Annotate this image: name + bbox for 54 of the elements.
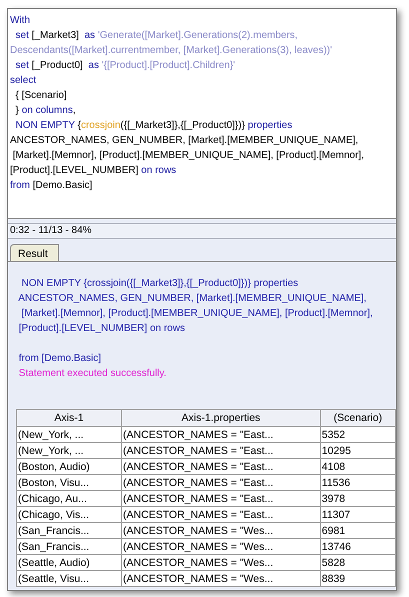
table-cell: (San_Francis... [16,522,122,538]
table-cell: (Chicago, Vis... [16,506,122,522]
code-line: [Market].[Memnor], [Product].[MEMBER_UNIQUE_NAME], [Product].[Memnor], [12,149,365,163]
table-cell: (ANCESTOR_NAMES = "East... [122,458,320,474]
table-cell: 8839 [320,570,396,586]
code-line: Descendants([Market].currentmember, [Market].Generations(3), leaves))' [10,44,334,58]
table-cell: (ANCESTOR_NAMES = "Wes... [122,554,320,570]
table-cell: (ANCESTOR_NAMES = "Wes... [122,538,320,554]
table-cell: 11307 [320,506,396,522]
table-cell: 11536 [320,474,396,490]
table-cell: 3978 [320,490,396,506]
code-line: from [Demo.Basic] [10,179,94,193]
table-cell: 4108 [320,458,396,474]
table-cell: (Boston, Visu... [16,474,122,490]
code-line: set [_Product0] as '{[Product].[Product].Children}' [14,59,236,73]
column-header[interactable]: Axis-1 [16,410,122,426]
table-cell: (Boston, Audio) [16,458,122,474]
table-cell: 5352 [320,426,396,442]
output-line: [Product].[LEVEL_NUMBER] on rows [18,322,186,336]
output-line: [Market].[Memnor], [Product].[MEMBER_UNIQUE_NAME], [Product].[Memnor], [20,307,374,321]
code-line: With [10,14,31,28]
code-line: NON EMPTY {crossjoin({[_Market3]},{[_Product0]})} properties [14,119,294,133]
code-line: ANCESTOR_NAMES, GEN_NUMBER, [Market].[MEMBER_UNIQUE_NAME], [10,134,360,148]
table-cell: 6981 [320,522,396,538]
table-cell: (ANCESTOR_NAMES = "East... [122,426,320,442]
table-cell: (ANCESTOR_NAMES = "Wes... [122,570,320,586]
column-header[interactable]: (Scenario) [320,410,396,426]
table-cell: (Seattle, Audio) [16,554,122,570]
output-line: ANCESTOR_NAMES, GEN_NUMBER, [Market].[MEMBER_UNIQUE_NAME], [17,292,368,306]
table-cell: (ANCESTOR_NAMES = "East... [122,474,320,490]
table-cell: (New_York, ... [16,426,122,442]
code-line: { [Scenario] [14,89,68,103]
output-line: NON EMPTY {crossjoin({[_Market3]},{[_Product0]})} properties [20,277,300,291]
table-cell: 5828 [320,554,396,570]
result-tab[interactable]: Result [10,244,59,261]
status-bar: 0:32 - 11/13 - 84% [8,224,396,239]
output-line: from [Demo.Basic] [18,352,102,366]
table-cell: (ANCESTOR_NAMES = "East... [122,442,320,458]
table-cell: (Seattle, Visu... [16,570,122,586]
table-cell: (ANCESTOR_NAMES = "Wes... [122,522,320,538]
table-cell: 10295 [320,442,396,458]
table-cell: (ANCESTOR_NAMES = "East... [122,506,320,522]
code-line: set [_Market3] as 'Generate([Market].Generations(2).members, [14,29,299,43]
table-cell: (New_York, ... [16,442,122,458]
table-cell: (ANCESTOR_NAMES = "East... [122,490,320,506]
table-cell: (Chicago, Au... [16,490,122,506]
code-line: [Product].[LEVEL_NUMBER] on rows [10,164,178,178]
status-message: Statement executed successfully. [18,367,168,381]
code-line: } on columns, [14,104,77,118]
column-header[interactable]: Axis-1.properties [122,410,320,426]
query-editor[interactable] [8,9,396,219]
code-line: select [10,74,38,88]
table-cell: 13746 [320,538,396,554]
table-cell: (San_Francis... [16,538,122,554]
